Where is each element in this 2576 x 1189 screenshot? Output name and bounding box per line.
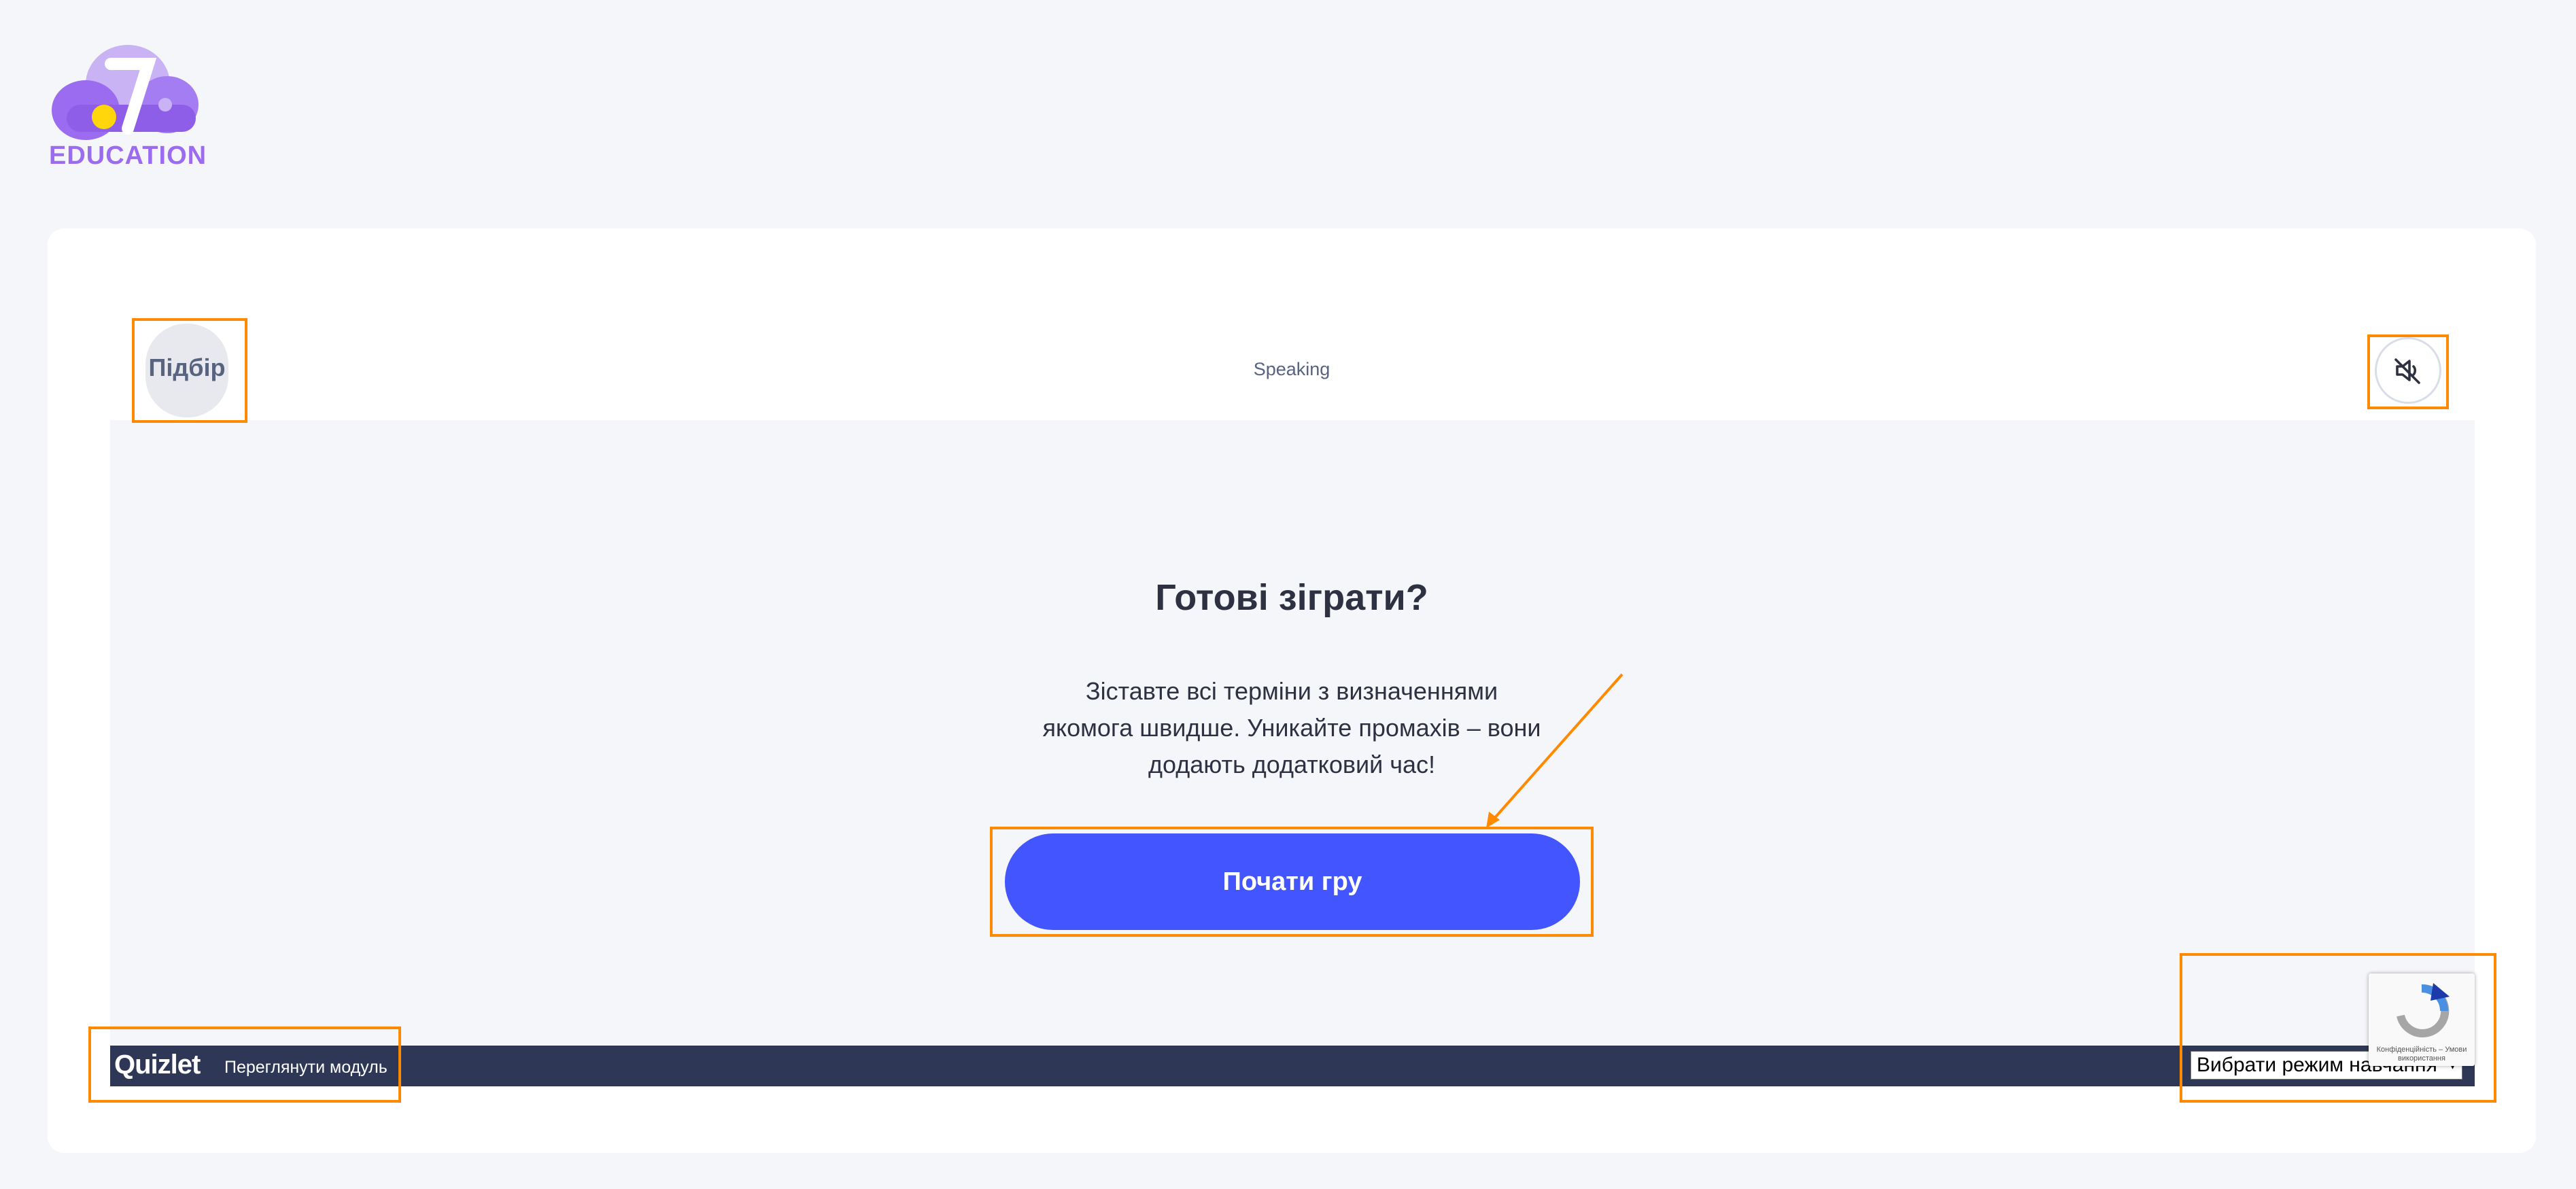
- annotation-arrow-icon: [1486, 673, 1624, 828]
